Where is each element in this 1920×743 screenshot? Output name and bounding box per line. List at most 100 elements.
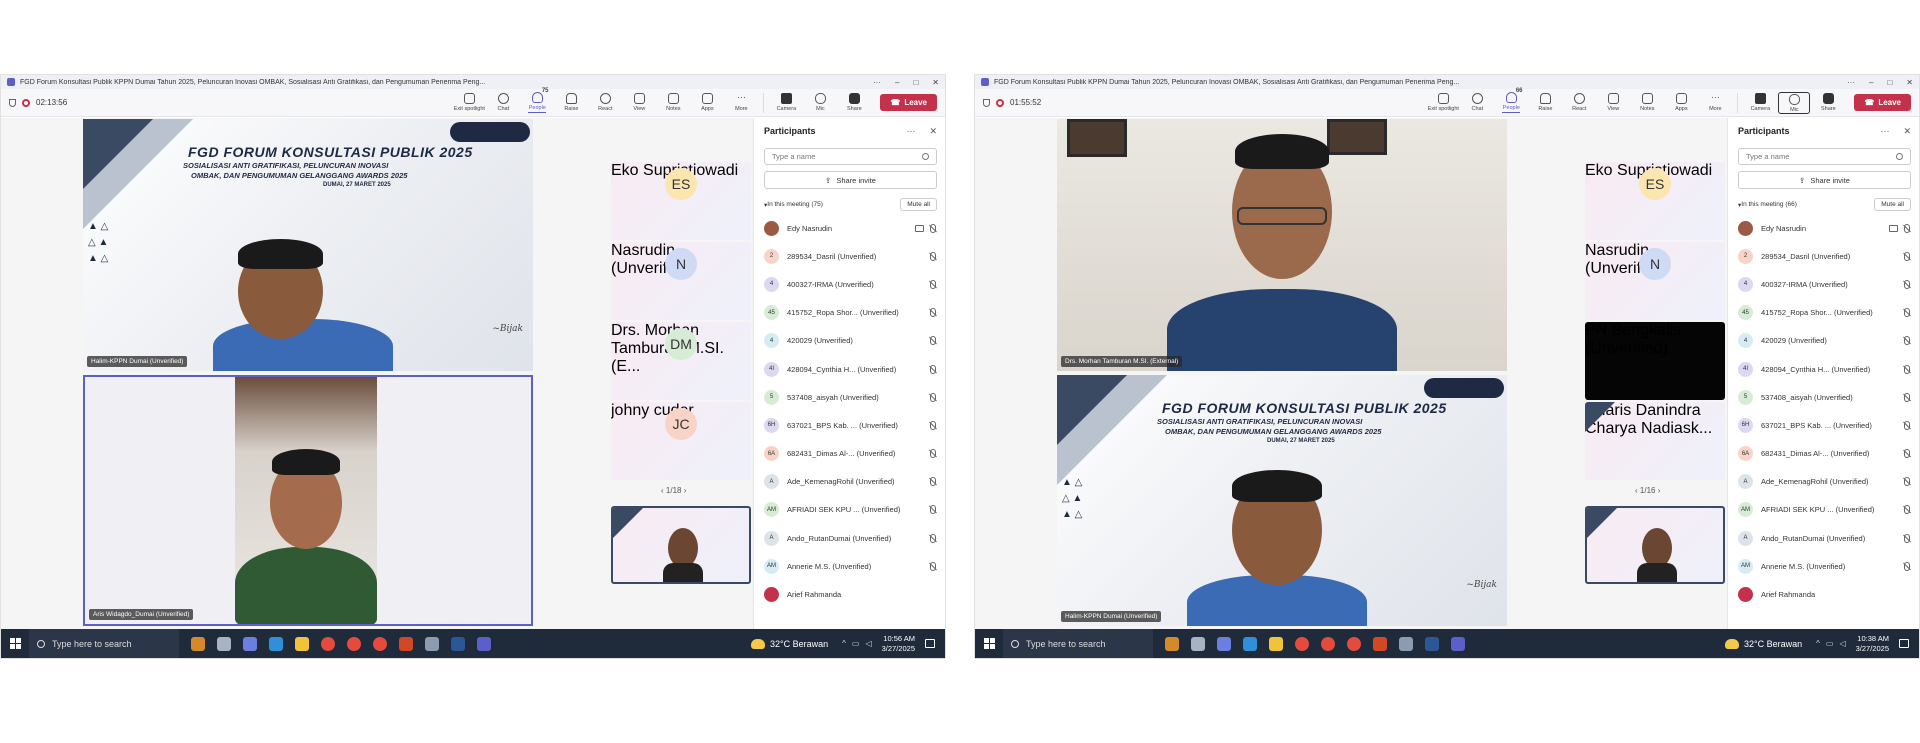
powerpoint-icon[interactable] <box>399 636 413 651</box>
list-item[interactable]: 45 415752_Ropa Shor... (Unverified) <box>1728 299 1919 327</box>
edge-icon[interactable] <box>269 636 283 651</box>
list-item[interactable]: A Ade_KemenagRohil (Unverified) <box>754 468 945 496</box>
list-item[interactable]: 4 400327-IRMA (Unverified) <box>754 270 945 298</box>
chat-button[interactable]: Chat <box>487 93 519 112</box>
maximize-icon[interactable]: □ <box>913 78 918 87</box>
search-input[interactable]: Type a name <box>764 148 937 165</box>
maximize-icon[interactable]: □ <box>1887 78 1892 87</box>
video-tile-webcam[interactable]: Aris Widagdo_Dumai (Unverified) <box>83 375 533 626</box>
minimize-icon[interactable]: – <box>895 78 899 87</box>
video-tile-webcam[interactable]: Drs. Morhan Tamburan M.SI. (External) <box>1057 119 1507 371</box>
in-meeting-header[interactable]: In this meeting (66) <box>1741 201 1797 208</box>
list-item[interactable]: 6A 682431_Dimas Al-... (Unverified) <box>754 440 945 468</box>
briefcase-icon[interactable] <box>1165 636 1179 651</box>
list-item[interactable]: A Ade_KemenagRohil (Unverified) <box>1728 468 1919 496</box>
notes-button[interactable]: Notes <box>657 93 689 112</box>
word-icon[interactable] <box>451 636 465 651</box>
view-button[interactable]: View <box>1597 93 1629 112</box>
leave-button[interactable]: ☎ Leave <box>1854 94 1911 111</box>
self-view-tile[interactable] <box>1585 506 1725 584</box>
close-panel-icon[interactable]: ✕ <box>1903 126 1911 137</box>
list-item[interactable]: 4 420029 (Unverified) <box>1728 327 1919 355</box>
list-item[interactable]: Arief Rahmanda <box>754 580 945 608</box>
more-button[interactable]: ··· More <box>1699 93 1731 113</box>
list-item[interactable]: 45 415752_Ropa Shor... (Unverified) <box>754 299 945 327</box>
chrome-icon[interactable] <box>1347 636 1361 651</box>
file-explorer-icon[interactable] <box>295 636 309 651</box>
teams-icon[interactable] <box>477 636 491 651</box>
roster-tile[interactable]: N Nasrudin (Unverified) <box>611 242 751 320</box>
edge-icon[interactable] <box>1243 636 1257 651</box>
network-icon[interactable]: ▭ <box>852 639 860 648</box>
system-tray[interactable]: ^ ▭ ◁ <box>1816 639 1845 648</box>
notification-icon[interactable] <box>1899 639 1909 648</box>
copilot-icon[interactable] <box>1217 636 1231 651</box>
list-item[interactable]: Arief Rahmanda <box>1728 580 1919 608</box>
chrome-icon[interactable] <box>321 636 335 651</box>
weather-widget[interactable]: 32°C Berawan <box>1725 638 1802 649</box>
leave-button[interactable]: ☎ Leave <box>880 94 937 111</box>
list-item[interactable]: Edy Nasrudin <box>754 214 945 242</box>
list-item[interactable]: AM AFRIADI SEK KPU ... (Unverified) <box>1728 496 1919 524</box>
roster-tile[interactable]: ESEko Supristiowadi <box>1585 162 1725 240</box>
list-item[interactable]: 4I 428094_Cynthia H... (Unverified) <box>1728 355 1919 383</box>
list-item[interactable]: 5 537408_aisyah (Unverified) <box>754 383 945 411</box>
list-item[interactable]: Edy Nasrudin <box>1728 214 1919 242</box>
chat-button[interactable]: Chat <box>1461 93 1493 112</box>
roster-tile[interactable]: JC johny cuder <box>611 402 751 480</box>
clock[interactable]: 10:38 AM 3/27/2025 <box>1856 634 1889 653</box>
list-item[interactable]: 2 289534_Dasril (Unverified) <box>754 242 945 270</box>
list-item[interactable]: 4I 428094_Cynthia H... (Unverified) <box>754 355 945 383</box>
apps-button[interactable]: Apps <box>1665 93 1697 112</box>
raise-hand-button[interactable]: Raise <box>555 93 587 112</box>
camera-button[interactable]: Camera <box>770 93 802 112</box>
more-button[interactable]: ··· More <box>725 93 757 113</box>
volume-icon[interactable]: ◁ <box>865 639 871 648</box>
taskbar-search-input[interactable]: Type here to search <box>29 629 179 658</box>
in-meeting-header[interactable]: In this meeting (75) <box>767 201 823 208</box>
roster-tile[interactable]: N Nasrudin (Unverified) <box>1585 242 1725 320</box>
react-button[interactable]: React <box>589 93 621 112</box>
react-button[interactable]: React <box>1563 93 1595 112</box>
chrome-icon[interactable] <box>1295 636 1309 651</box>
close-icon[interactable]: ✕ <box>932 78 939 87</box>
mic-button[interactable]: Mic <box>1778 91 1811 114</box>
teams-icon[interactable] <box>1451 636 1465 651</box>
view-button[interactable]: View <box>623 93 655 112</box>
share-button[interactable]: Share <box>838 93 870 112</box>
chevron-up-icon[interactable]: ^ <box>842 639 846 648</box>
search-input[interactable]: Type a name <box>1738 148 1911 165</box>
clock[interactable]: 10:56 AM 3/27/2025 <box>882 634 915 653</box>
video-tile-presentation[interactable]: FGD FORUM KONSULTASI PUBLIK 2025 SOSIALI… <box>83 119 533 371</box>
mute-all-button[interactable]: Mute all <box>1874 198 1911 211</box>
people-button[interactable]: 66 People <box>1495 88 1527 114</box>
word-icon[interactable] <box>1425 636 1439 651</box>
list-item[interactable]: A Ando_RutanDumai (Unverified) <box>1728 524 1919 552</box>
chevron-up-icon[interactable]: ^ <box>1816 639 1820 648</box>
task-view-icon[interactable] <box>217 636 231 651</box>
minimize-icon[interactable]: – <box>1869 78 1873 87</box>
more-window-icon[interactable]: ··· <box>873 78 881 87</box>
weather-widget[interactable]: 32°C Berawan <box>751 638 828 649</box>
chrome-icon[interactable] <box>347 636 361 651</box>
chrome-icon[interactable] <box>1321 636 1335 651</box>
people-button[interactable]: 75 People <box>521 88 553 114</box>
roster-pager[interactable]: ‹ 1/16 › <box>1635 486 1660 495</box>
list-item[interactable]: 2 289534_Dasril (Unverified) <box>1728 242 1919 270</box>
roster-tile[interactable]: Charis Danindra Charya Nadiask... <box>1585 402 1725 480</box>
roster-pager[interactable]: ‹ 1/18 › <box>661 486 686 495</box>
file-explorer-icon[interactable] <box>1269 636 1283 651</box>
list-item[interactable]: 4 420029 (Unverified) <box>754 327 945 355</box>
camera-button[interactable]: Camera <box>1744 93 1776 112</box>
self-view-tile[interactable] <box>611 506 751 584</box>
start-button[interactable] <box>1 629 29 658</box>
task-view-icon[interactable] <box>1191 636 1205 651</box>
roster-tile[interactable]: DMDrs. Morhan Tamburan M.SI. (E... <box>611 322 751 400</box>
roster-tile[interactable]: PN Bengkalis (Unverified) <box>1585 322 1725 400</box>
list-item[interactable]: AM Annerie M.S. (Unverified) <box>1728 552 1919 580</box>
network-icon[interactable]: ▭ <box>1826 639 1834 648</box>
close-panel-icon[interactable]: ✕ <box>929 126 937 137</box>
list-item[interactable]: 5 537408_aisyah (Unverified) <box>1728 383 1919 411</box>
video-tile-presentation[interactable]: FGD FORUM KONSULTASI PUBLIK 2025 SOSIALI… <box>1057 375 1507 626</box>
list-item[interactable]: 6A 682431_Dimas Al-... (Unverified) <box>1728 440 1919 468</box>
